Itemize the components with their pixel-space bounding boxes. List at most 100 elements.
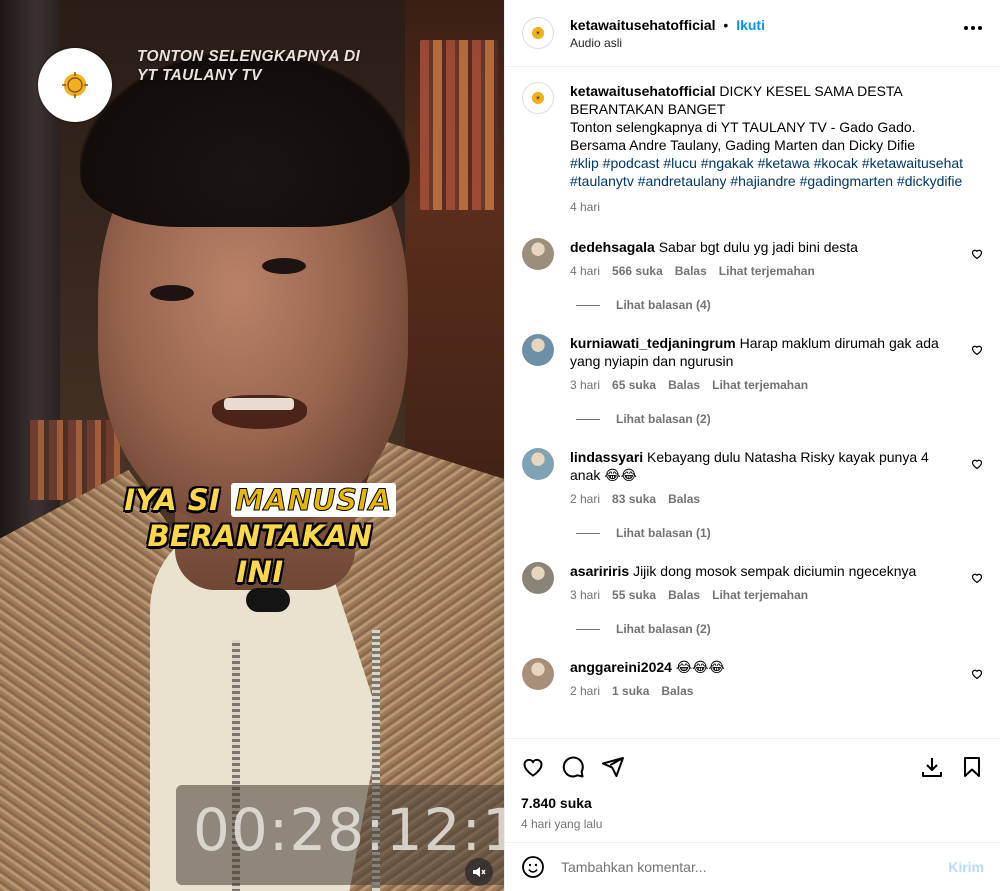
channel-logo bbox=[38, 48, 112, 122]
comment-item: kurniawati_tedjaningrum Harap maklum dir… bbox=[522, 334, 983, 392]
subtitle-highlight: MANUSIA bbox=[231, 483, 396, 518]
likes-count[interactable]: 7.840 suka bbox=[521, 795, 984, 811]
post-date: 4 hari yang lalu bbox=[521, 817, 603, 831]
reply-button[interactable]: Balas bbox=[661, 684, 693, 698]
lapel-mic bbox=[246, 588, 290, 612]
eye bbox=[150, 285, 194, 301]
post-caption: ☀ ketawaitusehatofficial DICKY KESEL SAM… bbox=[522, 82, 983, 216]
comment-username[interactable]: dedehsagala bbox=[570, 239, 655, 255]
reply-button[interactable]: Balas bbox=[668, 378, 700, 392]
audio-link[interactable]: Audio asli bbox=[570, 36, 765, 50]
comment-likes[interactable]: 55 suka bbox=[612, 588, 656, 602]
emoji-smile-icon[interactable] bbox=[521, 855, 545, 879]
comment-input[interactable] bbox=[561, 859, 949, 875]
caption-username[interactable]: ketawaitusehatofficial bbox=[570, 83, 716, 99]
subtitle-text: BERANTAKAN bbox=[147, 519, 373, 553]
reply-button[interactable]: Balas bbox=[668, 588, 700, 602]
reply-button[interactable]: Balas bbox=[668, 492, 700, 506]
post-actions: 7.840 suka 4 hari yang lalu bbox=[505, 738, 1000, 842]
comment-time: 3 hari bbox=[570, 378, 601, 392]
comment-likes[interactable]: 65 suka bbox=[612, 378, 656, 392]
mute-button[interactable] bbox=[465, 858, 493, 886]
comment-username[interactable]: anggareini2024 bbox=[570, 659, 672, 675]
comment-text: 😂😂😂 bbox=[675, 659, 725, 675]
comments-scroll-area[interactable]: ☀ ketawaitusehatofficial DICKY KESEL SAM… bbox=[505, 67, 1000, 738]
video-subtitle: IYA SI MANUSIA BERANTAKAN INI bbox=[30, 482, 490, 590]
avatar[interactable] bbox=[522, 658, 554, 690]
comment-time: 2 hari bbox=[570, 492, 601, 506]
avatar[interactable] bbox=[522, 562, 554, 594]
comment-likes[interactable]: 1 suka bbox=[612, 684, 649, 698]
comment-username[interactable]: kurniawati_tedjaningrum bbox=[570, 335, 736, 351]
caption-text: Tonton selengkapnya di YT TAULANY TV - G… bbox=[570, 119, 916, 135]
top-caption-line: YT TAULANY TV bbox=[137, 67, 262, 84]
view-replies-label: Lihat balasan (2) bbox=[616, 622, 711, 636]
separator-dot: • bbox=[723, 17, 729, 33]
download-icon[interactable] bbox=[920, 755, 944, 779]
comment-like-heart-icon[interactable] bbox=[971, 458, 983, 470]
video-timer: 00:28:12:1 bbox=[193, 796, 504, 864]
background-books bbox=[420, 40, 498, 210]
avatar[interactable]: ☀ bbox=[522, 17, 554, 49]
sun-icon: ☀ bbox=[535, 95, 541, 102]
video-top-caption: TONTON SELENGKAPNYA DI YT TAULANY TV bbox=[137, 47, 360, 85]
comment-item: asaririris Jijik dong mosok sempak diciu… bbox=[522, 562, 983, 602]
eye bbox=[262, 258, 306, 274]
comment-time: 2 hari bbox=[570, 684, 601, 698]
subtitle-text: IYA SI bbox=[124, 483, 221, 517]
sun-icon bbox=[62, 72, 88, 98]
add-comment-bar: Kirim bbox=[505, 842, 1000, 891]
view-replies-button[interactable]: Lihat balasan (4) bbox=[526, 298, 983, 312]
comment-item: lindassyari Kebayang dulu Natasha Risky … bbox=[522, 448, 983, 506]
comment-like-heart-icon[interactable] bbox=[971, 572, 983, 584]
like-heart-icon[interactable] bbox=[521, 755, 545, 779]
view-replies-button[interactable]: Lihat balasan (2) bbox=[526, 412, 983, 426]
comment-text: Sabar bgt dulu yg jadi bini desta bbox=[658, 239, 858, 255]
instagram-post-view: TONTON SELENGKAPNYA DI YT TAULANY TV IYA… bbox=[0, 0, 1000, 891]
comment-like-heart-icon[interactable] bbox=[971, 248, 983, 260]
sun-icon: ☀ bbox=[535, 30, 541, 37]
comment-item: dedehsagala Sabar bgt dulu yg jadi bini … bbox=[522, 238, 983, 278]
avatar[interactable]: ☀ bbox=[522, 82, 554, 114]
view-replies-label: Lihat balasan (4) bbox=[616, 298, 711, 312]
comment-text: Jijik dong mosok sempak diciumin ngecekn… bbox=[633, 563, 917, 579]
reel-video[interactable]: TONTON SELENGKAPNYA DI YT TAULANY TV IYA… bbox=[0, 0, 504, 891]
comment-bubble-icon[interactable] bbox=[561, 755, 585, 779]
caption-text: Bersama Andre Taulany, Gading Marten dan… bbox=[570, 137, 915, 153]
view-replies-button[interactable]: Lihat balasan (1) bbox=[526, 526, 983, 540]
translate-button[interactable]: Lihat terjemahan bbox=[719, 264, 815, 278]
post-side-panel: ☀ ketawaitusehatofficial • Ikuti Audio a… bbox=[504, 0, 1000, 891]
teeth bbox=[224, 398, 294, 410]
comment-list: dedehsagala Sabar bgt dulu yg jadi bini … bbox=[522, 238, 983, 698]
replies-divider bbox=[576, 418, 600, 420]
follow-button[interactable]: Ikuti bbox=[736, 17, 765, 33]
view-replies-label: Lihat balasan (2) bbox=[616, 412, 711, 426]
post-comment-button[interactable]: Kirim bbox=[948, 859, 984, 875]
comment-username[interactable]: asaririris bbox=[570, 563, 629, 579]
comment-likes[interactable]: 566 suka bbox=[612, 264, 663, 278]
comment-likes[interactable]: 83 suka bbox=[612, 492, 656, 506]
avatar[interactable] bbox=[522, 448, 554, 480]
translate-button[interactable]: Lihat terjemahan bbox=[712, 588, 808, 602]
post-author-username[interactable]: ketawaitusehatofficial bbox=[570, 17, 716, 33]
more-options-icon[interactable] bbox=[964, 26, 982, 30]
translate-button[interactable]: Lihat terjemahan bbox=[712, 378, 808, 392]
caption-hashtags[interactable]: #klip #podcast #lucu #ngakak #ketawa #ko… bbox=[570, 154, 970, 190]
save-bookmark-icon[interactable] bbox=[960, 755, 984, 779]
share-paper-plane-icon[interactable] bbox=[601, 755, 625, 779]
view-replies-button[interactable]: Lihat balasan (2) bbox=[526, 622, 983, 636]
comment-like-heart-icon[interactable] bbox=[971, 668, 983, 680]
top-caption-line: TONTON SELENGKAPNYA DI bbox=[137, 48, 361, 65]
replies-divider bbox=[576, 304, 600, 306]
subtitle-text: INI bbox=[236, 555, 284, 589]
comment-like-heart-icon[interactable] bbox=[971, 344, 983, 356]
comment-item: anggareini2024 😂😂😂 2 hari 1 suka Balas bbox=[522, 658, 983, 698]
caption-time: 4 hari bbox=[570, 200, 601, 214]
comment-username[interactable]: lindassyari bbox=[570, 449, 643, 465]
view-replies-label: Lihat balasan (1) bbox=[616, 526, 711, 540]
avatar[interactable] bbox=[522, 238, 554, 270]
speaker-muted-icon bbox=[473, 867, 486, 877]
reply-button[interactable]: Balas bbox=[675, 264, 707, 278]
replies-divider bbox=[576, 628, 600, 630]
avatar[interactable] bbox=[522, 334, 554, 366]
